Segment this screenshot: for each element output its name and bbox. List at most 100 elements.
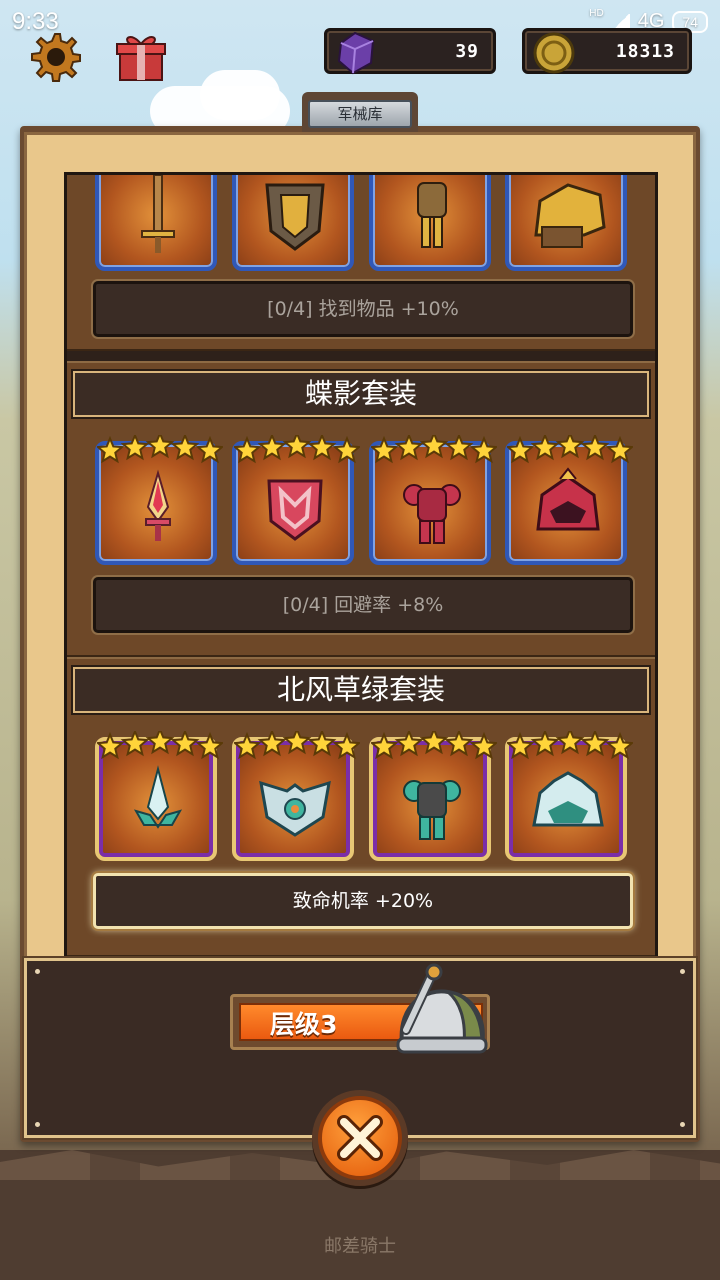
hd-label: HD xyxy=(589,8,604,19)
rivet xyxy=(680,969,685,974)
item-slot[interactable] xyxy=(369,175,491,271)
star-icon xyxy=(257,435,287,461)
item-slot[interactable] xyxy=(369,731,497,861)
star-rating xyxy=(371,731,497,760)
star-icon xyxy=(97,435,125,464)
gem-counter[interactable]: 39 xyxy=(324,28,496,75)
star-icon xyxy=(580,731,610,757)
star-icon xyxy=(307,435,337,461)
star-icon xyxy=(332,731,360,760)
star-icon xyxy=(469,435,497,464)
rivet xyxy=(680,1122,685,1127)
star-icon xyxy=(234,435,262,464)
footer-game-name: 邮差骑士 xyxy=(324,1236,396,1257)
panel-title: 军械库 xyxy=(308,100,412,128)
item-slot[interactable] xyxy=(505,435,633,565)
close-button[interactable] xyxy=(312,1090,408,1186)
cloud xyxy=(200,70,280,120)
star-icon xyxy=(195,435,223,464)
star-icon xyxy=(419,731,449,755)
star-icon xyxy=(419,435,449,459)
star-icon xyxy=(307,731,337,757)
armor-icon xyxy=(403,780,461,840)
star-icon xyxy=(530,435,560,461)
star-icon xyxy=(145,731,175,755)
star-icon xyxy=(145,435,175,459)
dagger-icon xyxy=(145,469,171,541)
close-icon xyxy=(337,1115,383,1161)
coin-count: 18313 xyxy=(615,41,675,62)
helmet-icon xyxy=(536,467,600,531)
star-rating xyxy=(507,731,633,760)
star-icon xyxy=(605,731,633,760)
star-rating xyxy=(97,435,223,464)
item-slot[interactable] xyxy=(232,175,354,271)
equipment-set: 北风草绿套装 致命机率 +20% xyxy=(67,657,655,957)
star-icon xyxy=(332,435,360,464)
item-slot[interactable] xyxy=(232,435,360,565)
gem-icon xyxy=(337,31,375,75)
star-icon xyxy=(282,435,312,459)
shield-icon xyxy=(259,780,331,837)
set-bonus: [0/4] 回避率 +8% xyxy=(93,577,633,633)
set-bonus: 致命机率 +20% xyxy=(93,873,633,929)
star-rating xyxy=(234,731,360,760)
item-slot[interactable] xyxy=(232,731,360,861)
star-icon xyxy=(469,731,497,760)
star-icon xyxy=(170,435,200,461)
item-slot[interactable] xyxy=(95,435,223,565)
item-slot[interactable] xyxy=(95,731,223,861)
star-icon xyxy=(371,435,399,464)
star-icon xyxy=(555,731,585,755)
star-rating xyxy=(234,435,360,464)
item-slot[interactable] xyxy=(369,435,497,565)
rivet xyxy=(35,1122,40,1127)
armor-icon xyxy=(403,484,461,544)
item-slot[interactable] xyxy=(505,731,633,861)
armor-icon xyxy=(417,182,447,248)
star-icon xyxy=(444,435,474,461)
star-icon xyxy=(444,731,474,757)
shield-icon xyxy=(265,183,325,251)
star-icon xyxy=(394,435,424,461)
set-title: 北风草绿套装 xyxy=(73,667,649,713)
set-bonus: [0/4] 找到物品 +10% xyxy=(93,281,633,337)
set-title: 蝶影套装 xyxy=(73,371,649,417)
equipment-set: [0/4] 找到物品 +10% xyxy=(67,175,655,351)
star-icon xyxy=(507,731,535,760)
star-icon xyxy=(120,435,150,461)
star-icon xyxy=(195,731,223,760)
item-slot[interactable] xyxy=(95,175,217,271)
item-slot[interactable] xyxy=(505,175,627,271)
coin-icon xyxy=(533,32,575,74)
helmet-icon xyxy=(534,183,606,248)
set-list[interactable]: [0/4] 找到物品 +10% 蝶影套装 [0/4] 回避率 +8% 北风草绿套… xyxy=(64,172,658,962)
star-icon xyxy=(120,731,150,757)
gem-count: 39 xyxy=(455,41,479,62)
star-icon xyxy=(282,731,312,755)
star-icon xyxy=(555,435,585,459)
star-rating xyxy=(371,435,497,464)
star-rating xyxy=(97,731,223,760)
star-icon xyxy=(170,731,200,757)
star-icon xyxy=(257,731,287,757)
star-icon xyxy=(97,731,125,760)
tier-label: 层级3 xyxy=(270,1010,338,1039)
shield-icon xyxy=(267,479,323,541)
sword-icon xyxy=(141,175,175,253)
star-icon xyxy=(394,731,424,757)
star-icon xyxy=(530,731,560,757)
gear-icon[interactable] xyxy=(28,30,82,84)
gift-icon[interactable] xyxy=(114,30,168,84)
helmet-icon xyxy=(396,963,488,1054)
equipment-set: 蝶影套装 [0/4] 回避率 +8% xyxy=(67,361,655,657)
star-icon xyxy=(580,435,610,461)
helmet-icon xyxy=(532,771,604,827)
star-rating xyxy=(507,435,633,464)
star-icon xyxy=(605,435,633,464)
coin-counter[interactable]: 18313 xyxy=(522,28,692,74)
sword-icon xyxy=(133,765,183,829)
rivet xyxy=(35,969,40,974)
star-icon xyxy=(234,731,262,760)
star-icon xyxy=(507,435,535,464)
